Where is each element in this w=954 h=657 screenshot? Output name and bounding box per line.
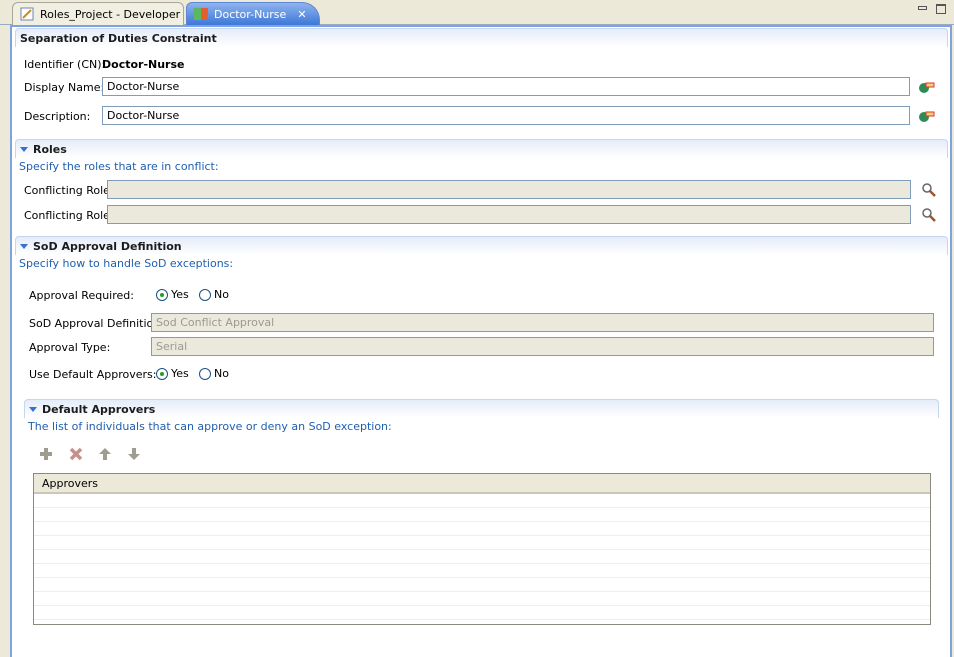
- move-down-icon[interactable]: [127, 447, 141, 461]
- use-default-approvers-label: Use Default Approvers:: [29, 368, 157, 381]
- conflicting-role-label: Conflicting Role:: [24, 184, 114, 197]
- approval-required-yes[interactable]: Yes: [156, 288, 189, 301]
- approvers-subtitle: The list of individuals that can approve…: [28, 420, 392, 433]
- table-row: [34, 564, 930, 578]
- radio-label: No: [214, 367, 229, 380]
- conflicting-role-label: Conflicting Role:: [24, 209, 114, 222]
- description-label: Description:: [24, 110, 91, 123]
- radio-selected[interactable]: [156, 367, 168, 380]
- section-title: Separation of Duties Constraint: [20, 31, 217, 45]
- use-default-no[interactable]: No: [199, 367, 229, 380]
- localize-icon[interactable]: [918, 108, 936, 124]
- section-title: SoD Approval Definition: [33, 239, 182, 253]
- table-row: [34, 550, 930, 564]
- collapse-triangle-icon[interactable]: [20, 243, 28, 249]
- maximize-button[interactable]: [936, 4, 946, 14]
- radio-unselected[interactable]: [199, 288, 211, 301]
- table-row: [34, 578, 930, 592]
- sod-subtitle: Specify how to handle SoD exceptions:: [19, 257, 234, 270]
- display-name-label: Display Name:: [24, 81, 105, 94]
- table-row: [34, 494, 930, 508]
- table-row: [34, 522, 930, 536]
- collapse-triangle-icon[interactable]: [20, 146, 28, 152]
- approval-required-label: Approval Required:: [29, 289, 134, 302]
- table-row: [34, 592, 930, 606]
- tab-label: Doctor-Nurse: [214, 7, 287, 21]
- section-header-sod-constraint: Separation of Duties Constraint: [15, 28, 948, 47]
- approval-required-no[interactable]: No: [199, 288, 229, 301]
- delete-icon[interactable]: [69, 447, 83, 461]
- sod-icon: [194, 8, 208, 20]
- identifier-value: Doctor-Nurse: [102, 58, 185, 71]
- tab-doctor-nurse[interactable]: Doctor-Nurse ✕: [186, 2, 320, 25]
- sod-definition-label: SoD Approval Definition:: [29, 317, 164, 330]
- section-title: Roles: [33, 142, 67, 156]
- add-icon[interactable]: [39, 447, 53, 461]
- approval-type-input[interactable]: Serial: [151, 337, 934, 356]
- table-row: [34, 508, 930, 522]
- move-up-icon[interactable]: [98, 447, 112, 461]
- search-icon[interactable]: [921, 207, 937, 223]
- radio-label: Yes: [171, 367, 189, 380]
- project-icon: [20, 7, 34, 21]
- tab-label: Roles_Project - Developer: [40, 7, 181, 21]
- collapse-triangle-icon[interactable]: [29, 406, 37, 412]
- section-header-default-approvers[interactable]: Default Approvers: [24, 399, 939, 418]
- table-row: [34, 606, 930, 620]
- tab-bar: Roles_Project - Developer Doctor-Nurse ✕: [0, 0, 954, 25]
- use-default-yes[interactable]: Yes: [156, 367, 189, 380]
- approval-type-label: Approval Type:: [29, 341, 111, 354]
- radio-unselected[interactable]: [199, 367, 211, 380]
- column-header-approvers[interactable]: Approvers: [34, 474, 930, 494]
- localize-icon[interactable]: [918, 79, 936, 95]
- identifier-label: Identifier (CN):: [24, 58, 106, 71]
- section-header-roles[interactable]: Roles: [15, 139, 948, 158]
- radio-label: Yes: [171, 288, 189, 301]
- section-title: Default Approvers: [42, 402, 156, 416]
- radio-selected[interactable]: [156, 288, 168, 301]
- description-input[interactable]: Doctor-Nurse: [102, 106, 910, 125]
- roles-subtitle: Specify the roles that are in conflict:: [19, 160, 219, 173]
- search-icon[interactable]: [921, 182, 937, 198]
- sod-definition-input[interactable]: Sod Conflict Approval: [151, 313, 934, 332]
- close-icon[interactable]: ✕: [297, 8, 306, 21]
- minimize-button[interactable]: [918, 6, 927, 10]
- conflicting-role-input-1[interactable]: [107, 180, 911, 199]
- approvers-table[interactable]: Approvers: [33, 473, 931, 625]
- conflicting-role-input-2[interactable]: [107, 205, 911, 224]
- section-header-sod-approval[interactable]: SoD Approval Definition: [15, 236, 948, 255]
- radio-label: No: [214, 288, 229, 301]
- tab-roles-project[interactable]: Roles_Project - Developer: [12, 2, 184, 25]
- display-name-input[interactable]: Doctor-Nurse: [102, 77, 910, 96]
- table-row: [34, 536, 930, 550]
